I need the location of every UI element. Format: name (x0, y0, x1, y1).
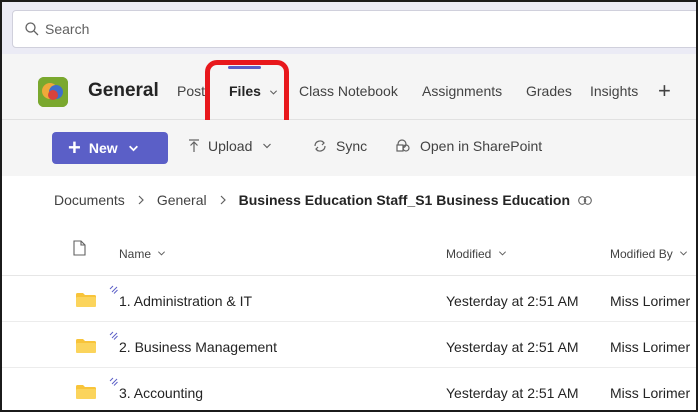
file-modified: Yesterday at 2:51 AM (446, 293, 579, 309)
tab-class-notebook[interactable]: Class Notebook (299, 83, 398, 99)
new-item-sparkle-icon (109, 331, 118, 340)
upload-button[interactable]: Upload (188, 138, 272, 154)
channel-header: General Post Files Class Notebook Assign… (2, 54, 696, 120)
new-item-sparkle-icon (109, 377, 118, 386)
sharepoint-label: Open in SharePoint (420, 138, 543, 154)
column-header-modified[interactable]: Modified (446, 247, 507, 261)
tab-insights-label: Insights (590, 83, 639, 99)
teams-window: General Post Files Class Notebook Assign… (0, 0, 698, 412)
tab-post[interactable]: Post (177, 83, 205, 99)
column-header-name[interactable]: Name (119, 247, 166, 261)
upload-label: Upload (208, 138, 253, 154)
search-box[interactable] (12, 10, 696, 48)
file-name[interactable]: 2. Business Management (119, 339, 277, 355)
sync-label: Sync (336, 138, 368, 154)
tab-grades[interactable]: Grades (526, 83, 572, 99)
file-modified: Yesterday at 2:51 AM (446, 385, 579, 401)
breadcrumb-current-folder: Business Education Staff_S1 Business Edu… (238, 192, 571, 208)
column-name-label: Name (119, 247, 152, 261)
breadcrumb-general[interactable]: General (157, 192, 207, 208)
file-modified-by: Miss Lorimer (610, 293, 691, 309)
team-logo-icon[interactable] (38, 77, 68, 107)
sharepoint-icon (396, 139, 410, 152)
file-name[interactable]: 3. Accounting (119, 385, 203, 401)
column-modified-label: Modified (446, 247, 492, 261)
folder-icon (76, 339, 96, 353)
table-row[interactable]: 3. Accounting Yesterday at 2:51 AM Miss … (2, 368, 696, 410)
chevron-right-icon (220, 195, 226, 205)
tab-grades-label: Grades (526, 83, 572, 99)
table-row[interactable]: 2. Business Management Yesterday at 2:51… (2, 322, 696, 368)
column-modified-by-label: Modified By (610, 247, 673, 261)
chevron-right-icon (138, 195, 144, 205)
sync-button[interactable]: Sync (312, 138, 367, 154)
files-toolbar: + New Upload Sync Open in SharePoint (2, 120, 696, 176)
breadcrumb: Documents General Business Education Sta… (54, 192, 592, 208)
chevron-down-icon (128, 145, 138, 151)
folder-icon (76, 385, 96, 399)
breadcrumb-documents[interactable]: Documents (54, 192, 125, 208)
folder-icon (76, 293, 96, 307)
chevron-down-icon (498, 251, 506, 256)
tab-post-label: Post (177, 83, 206, 99)
file-list-header: Name Modified Modified By (2, 230, 696, 276)
chevron-down-icon (158, 251, 166, 256)
tab-insights[interactable]: Insights (590, 83, 638, 99)
search-icon (25, 22, 39, 36)
new-button[interactable]: + New (52, 132, 168, 164)
document-icon (73, 240, 86, 256)
channel-name: General (88, 80, 159, 101)
tab-assignments-label: Assignments (422, 83, 503, 99)
chevron-down-icon (263, 143, 272, 149)
sync-icon (314, 140, 326, 152)
open-in-sharepoint-button[interactable]: Open in SharePoint (396, 138, 542, 154)
upload-icon (189, 139, 199, 152)
tab-assignments[interactable]: Assignments (422, 83, 502, 99)
link-icon[interactable] (578, 195, 592, 205)
add-tab-button[interactable]: + (658, 78, 671, 104)
tab-class-notebook-label: Class Notebook (299, 83, 398, 99)
plus-icon: + (68, 135, 81, 160)
chevron-down-icon (680, 251, 688, 256)
file-modified-by: Miss Lorimer (610, 339, 691, 355)
table-row[interactable]: 1. Administration & IT Yesterday at 2:51… (2, 276, 696, 322)
top-search-bar (2, 2, 696, 54)
column-header-modified-by[interactable]: Modified By (610, 247, 688, 261)
new-item-sparkle-icon (109, 285, 118, 294)
new-button-label: New (88, 140, 118, 156)
file-name[interactable]: 1. Administration & IT (119, 293, 252, 309)
file-modified: Yesterday at 2:51 AM (446, 339, 579, 355)
file-modified-by: Miss Lorimer (610, 385, 691, 401)
search-input[interactable] (45, 21, 445, 37)
